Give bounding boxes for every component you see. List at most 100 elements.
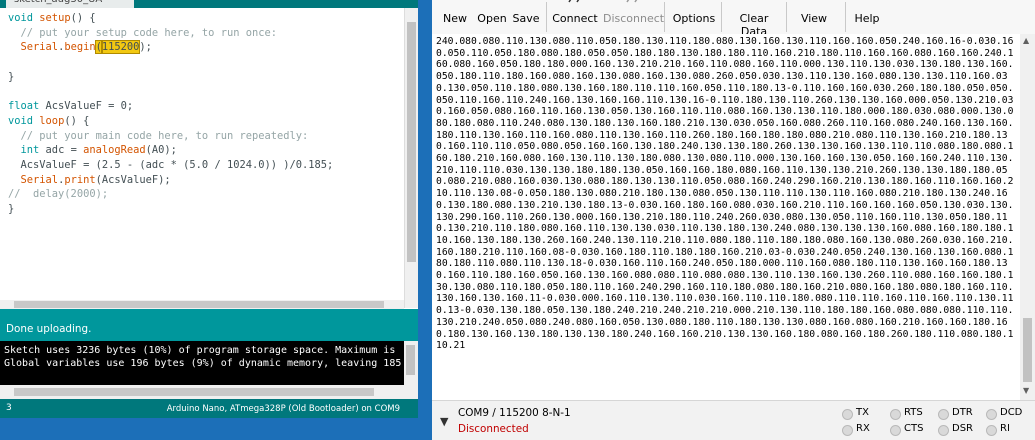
code-line: Serial.begin(115200); — [8, 40, 152, 55]
connect-button[interactable]: Connect — [549, 0, 601, 34]
code-line: AcsValueF = (2.5 - (adc * (5.0 / 1024.0)… — [8, 159, 334, 171]
code-token: () { — [70, 12, 96, 24]
tx-led-icon — [842, 409, 853, 420]
sketch-tab[interactable]: sketch_aug30_UA — [6, 0, 134, 8]
code-line: // put your setup code here, to run once… — [8, 26, 278, 39]
dcd-label: DCD — [1000, 407, 1023, 418]
toolbar-divider — [845, 2, 846, 32]
code-token: begin — [64, 41, 96, 54]
code-token: } — [8, 70, 15, 83]
arduino-ide-window: sketch_aug30_UA void setup() { // put yo… — [0, 0, 418, 418]
clear-data-button[interactable]: Clear Data — [726, 0, 782, 38]
open-button-label: Open — [477, 12, 507, 25]
code-token: AcsValueF = (2.5 - (adc * (5.0 / 1024.0)… — [8, 159, 334, 171]
dtr-led-icon — [938, 409, 949, 420]
received-data-text: 240.080.080.110.130.080.110.050.180.130.… — [436, 36, 1014, 352]
scrollbar-thumb[interactable] — [407, 22, 416, 262]
save-button[interactable]: Save — [508, 0, 544, 34]
code-line: // put your main code here, to run repea… — [8, 129, 309, 142]
connect-icon — [568, 0, 580, 3]
code-token: int — [20, 144, 40, 157]
code-token: void — [8, 114, 34, 127]
scrollbar-thumb[interactable] — [1023, 318, 1032, 382]
scrollbar-thumb[interactable] — [14, 301, 384, 308]
board-info: Arduino Nano, ATmega328P (Old Bootloader… — [166, 404, 400, 414]
connection-state: Disconnected — [458, 423, 529, 435]
code-token: ( — [94, 40, 103, 55]
console-horizontal-scrollbar[interactable] — [0, 385, 418, 399]
tx-label: TX — [856, 407, 869, 418]
code-line: void setup() { — [8, 12, 96, 24]
help-button[interactable]: Help — [852, 0, 882, 34]
code-line: float AcsValueF = 0; — [8, 100, 133, 112]
view-button-label: View — [800, 12, 828, 25]
code-token: 115200 — [100, 40, 141, 55]
scroll-up-icon[interactable]: ▲ — [1023, 36, 1029, 45]
code-token: } — [8, 203, 15, 216]
code-line: int adc = analogRead(A0); — [8, 144, 177, 156]
code-token: () { — [64, 114, 90, 127]
code-line: void loop() { — [8, 115, 89, 127]
dsr-led-icon — [938, 425, 949, 436]
toolbar-divider — [721, 2, 722, 32]
code-token: ); — [139, 41, 152, 54]
expand-arrow-icon[interactable]: ▼ — [440, 415, 448, 428]
scroll-down-icon[interactable]: ▼ — [1023, 386, 1029, 395]
console-line: Sketch uses 3236 bytes (10%) of program … — [4, 345, 396, 356]
console-line: Global variables use 196 bytes (9%) of d… — [4, 358, 402, 369]
editor-vertical-scrollbar[interactable] — [404, 8, 418, 308]
port-settings: COM9 / 115200 8-N-1 — [458, 407, 571, 419]
serial-toolbar: New Open Save Connect Disconnect Options… — [432, 0, 1035, 38]
scrollbar-thumb[interactable] — [14, 388, 374, 396]
code-line: } — [8, 71, 14, 83]
save-button-label: Save — [512, 12, 540, 25]
open-button[interactable]: Open — [472, 0, 512, 34]
view-button[interactable]: View — [796, 0, 832, 34]
rx-led-icon — [842, 425, 853, 436]
code-token: // put your setup code here, to run once… — [8, 26, 278, 39]
editor-horizontal-scrollbar[interactable] — [0, 300, 404, 309]
connect-button-label: Connect — [552, 12, 598, 25]
ide-tab-bar: sketch_aug30_UA — [0, 0, 418, 8]
code-editor[interactable]: void setup() { // put your setup code he… — [0, 8, 404, 308]
new-button[interactable]: New — [436, 0, 474, 34]
cts-label: CTS — [904, 423, 924, 434]
code-token: float — [8, 100, 40, 113]
code-token: (A0); — [145, 144, 177, 157]
code-token: // delay(2000); — [8, 188, 109, 201]
ide-footer: 3 Arduino Nano, ATmega328P (Old Bootload… — [0, 399, 418, 418]
code-token: void — [8, 12, 34, 24]
line-number: 3 — [6, 403, 12, 413]
code-token: print — [64, 173, 96, 186]
help-button-label: Help — [854, 12, 880, 25]
ri-led-icon — [986, 425, 997, 436]
code-line: // delay(2000); — [8, 188, 108, 200]
output-vertical-scrollbar[interactable]: ▲ ▼ — [1020, 34, 1035, 400]
code-line: } — [8, 203, 14, 215]
ri-label: RI — [1000, 423, 1010, 434]
options-button[interactable]: Options — [670, 0, 718, 34]
toolbar-divider — [546, 2, 547, 32]
rx-label: RX — [856, 423, 870, 434]
dcd-led-icon — [986, 409, 997, 420]
code-token: Serial — [20, 173, 59, 186]
upload-status-bar: Done uploading. — [0, 309, 418, 341]
code-line: Serial.print(AcsValueF); — [8, 174, 171, 186]
received-data-view[interactable]: 240.080.080.110.130.080.110.050.180.130.… — [432, 34, 1020, 400]
console-vertical-scrollbar[interactable] — [404, 341, 418, 385]
new-button-label: New — [443, 12, 467, 25]
toolbar-divider — [664, 2, 665, 32]
disconnect-button[interactable]: Disconnect — [603, 0, 664, 34]
code-token: analogRead — [83, 144, 146, 157]
scrollbar-thumb[interactable] — [406, 345, 415, 375]
code-token: setup — [39, 12, 71, 24]
output-console[interactable]: Sketch uses 3236 bytes (10%) of program … — [0, 341, 418, 385]
code-token: // put your main code here, to run repea… — [8, 129, 309, 142]
code-token: AcsValueF = 0; — [39, 100, 134, 113]
serial-terminal-window: New Open Save Connect Disconnect Options… — [432, 0, 1035, 440]
disconnect-icon — [626, 0, 638, 3]
upload-status-message: Done uploading. — [6, 323, 92, 335]
